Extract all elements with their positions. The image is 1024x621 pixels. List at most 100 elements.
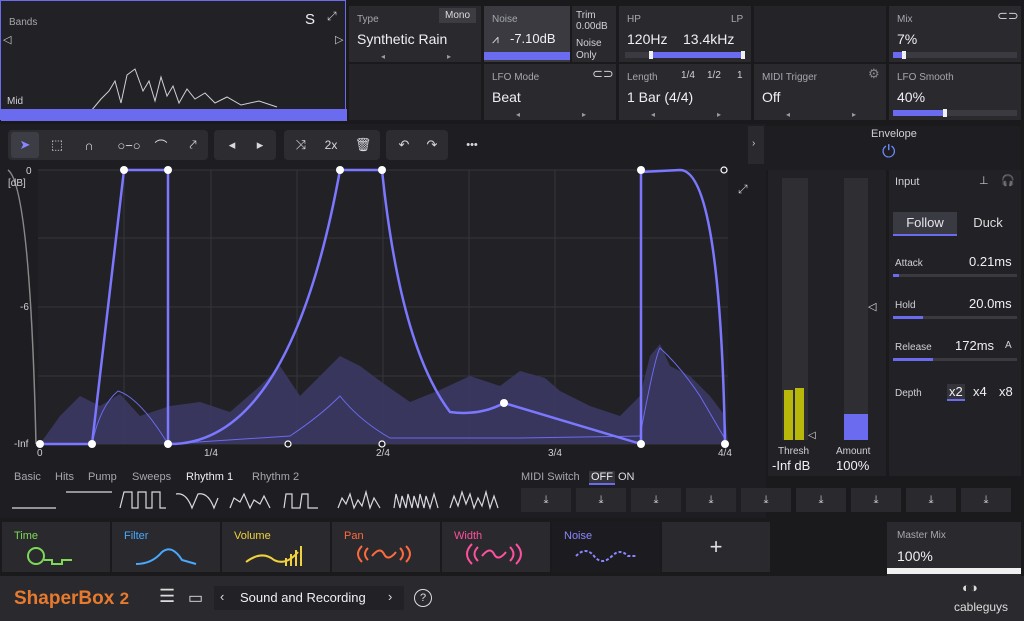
next-arrow[interactable]: ▸ <box>852 110 856 119</box>
download-icon[interactable]: ⤓ <box>796 488 846 512</box>
link-icon[interactable]: ⊂⊃ <box>592 66 614 82</box>
download-icon[interactable]: ⤓ <box>906 488 956 512</box>
lfo-smooth-slider[interactable] <box>893 109 1017 117</box>
magnet-icon[interactable]: ∩ <box>75 132 103 158</box>
add-module-button[interactable]: + <box>662 522 770 572</box>
tab-hits[interactable]: Hits <box>55 471 74 483</box>
prev-arrow[interactable]: ◂ <box>651 110 655 119</box>
mix-panel[interactable]: Mix ⊂⊃ 7% <box>889 6 1021 62</box>
lfo-smooth-panel[interactable]: LFO Smooth 40% <box>889 64 1021 120</box>
preset-name[interactable]: Sound and Recording <box>240 590 366 605</box>
download-icon[interactable]: ⤓ <box>686 488 736 512</box>
length-panel[interactable]: Length 1/4 1/2 1 1 Bar (4/4) ◂ ▸ <box>619 64 751 120</box>
module-volume[interactable]: Volume <box>222 522 330 572</box>
lfo-mode-value[interactable]: Beat <box>492 89 521 105</box>
release-auto-button[interactable]: A <box>1005 340 1012 351</box>
shift-left-icon[interactable]: ◂ <box>218 132 246 158</box>
envelope-header[interactable]: Envelope ⏻ <box>766 126 1020 170</box>
depth-x8[interactable]: x8 <box>999 384 1013 399</box>
prev-arrow[interactable]: ◂ <box>786 110 790 119</box>
amount-value[interactable]: 100% <box>836 458 869 473</box>
prev-arrow[interactable]: ◂ <box>516 110 520 119</box>
expand-graph-icon[interactable]: ⤢ <box>738 182 748 197</box>
ramp-tool-icon[interactable]: ⤤ <box>179 132 207 158</box>
help-icon[interactable]: ? <box>414 589 432 607</box>
lfo-mode-panel[interactable]: LFO Mode ⊂⊃ Beat ◂ ▸ <box>484 64 616 120</box>
module-filter[interactable]: Filter <box>112 522 220 572</box>
envelope-collapse[interactable]: › <box>748 126 764 164</box>
power-icon[interactable]: ⏻ <box>882 142 895 162</box>
mix-value[interactable]: 7% <box>897 31 917 47</box>
depth-x4[interactable]: x4 <box>973 384 987 399</box>
midi-switch-off[interactable]: OFF <box>589 471 615 485</box>
redo-icon[interactable]: ↷ <box>418 132 446 158</box>
master-mix-slider[interactable] <box>887 568 1021 574</box>
tab-basic[interactable]: Basic <box>14 471 41 483</box>
trim-value[interactable]: 0.00dB <box>576 21 608 32</box>
module-time[interactable]: Time <box>2 522 110 572</box>
module-noise[interactable]: Noise <box>552 522 660 572</box>
gear-icon[interactable]: ⚙ <box>868 66 880 82</box>
hold-value[interactable]: 20.0ms <box>969 296 1012 311</box>
undo-icon[interactable]: ↶ <box>390 132 418 158</box>
hp-value[interactable]: 120Hz <box>627 31 667 47</box>
lfo-graph[interactable] <box>0 166 766 462</box>
mono-button[interactable]: Mono <box>439 8 477 23</box>
master-mix-panel[interactable]: Master Mix 100% <box>887 522 1021 576</box>
download-icon[interactable]: ⤓ <box>576 488 626 512</box>
thresh-value[interactable]: -Inf dB <box>772 458 810 473</box>
shift-right-icon[interactable]: ▸ <box>246 132 274 158</box>
expand-icon[interactable]: ⤢ <box>327 9 337 24</box>
module-width[interactable]: Width <box>442 522 550 572</box>
lp-value[interactable]: 13.4kHz <box>683 31 734 47</box>
next-arrow[interactable]: ▸ <box>447 52 451 61</box>
sidechain-icon[interactable]: ⊥ <box>979 174 989 187</box>
prev-arrow[interactable]: ◂ <box>381 52 385 61</box>
midi-trigger-panel[interactable]: MIDI Trigger ⚙ Off ◂ ▸ <box>754 64 886 120</box>
next-preset-icon[interactable]: › <box>388 589 392 604</box>
download-icon[interactable]: ⤓ <box>631 488 681 512</box>
preset-thumbnails[interactable] <box>8 488 504 512</box>
module-pan[interactable]: Pan <box>332 522 440 572</box>
hold-slider[interactable] <box>893 316 1017 319</box>
trash-icon[interactable]: 🗑 <box>349 132 377 158</box>
tab-pump[interactable]: Pump <box>88 471 117 483</box>
length-value[interactable]: 1 Bar (4/4) <box>627 89 693 105</box>
select-tool-icon[interactable]: ⬚ <box>43 132 71 158</box>
double-button[interactable]: 2x <box>317 132 345 158</box>
amount-handle-icon[interactable]: ◁ <box>868 300 876 313</box>
line-tool-icon[interactable]: ○−○ <box>115 132 143 158</box>
hp-lp-panel[interactable]: HP LP 120Hz 13.4kHz <box>619 6 751 62</box>
attack-slider[interactable] <box>893 274 1017 277</box>
type-panel[interactable]: Type Mono Synthetic Rain ◂ ▸ <box>349 6 481 62</box>
amount-meter[interactable] <box>844 178 868 440</box>
download-icon[interactable]: ⤓ <box>961 488 1011 512</box>
tab-rhythm-1[interactable]: Rhythm 1 <box>186 471 233 483</box>
length-opt-3[interactable]: 1 <box>737 70 743 81</box>
type-value[interactable]: Synthetic Rain <box>357 31 447 47</box>
download-icon[interactable]: ⤓ <box>521 488 571 512</box>
midi-trigger-value[interactable]: Off <box>762 89 780 105</box>
noise-value[interactable]: -7.10dB <box>510 31 556 46</box>
next-arrow[interactable]: ▸ <box>582 110 586 119</box>
download-icon[interactable]: ⤓ <box>741 488 791 512</box>
menu-icon[interactable]: ☰ <box>159 586 175 607</box>
thresh-meter[interactable] <box>782 178 808 440</box>
more-button[interactable]: ••• <box>456 132 488 158</box>
master-mix-value[interactable]: 100% <box>897 548 933 564</box>
preset-selector[interactable]: ‹ Sound and Recording › <box>214 586 404 610</box>
noise-bar[interactable] <box>484 52 570 60</box>
depth-x2[interactable]: x2 <box>947 384 965 401</box>
duck-button[interactable]: Duck <box>959 212 1017 236</box>
bands-panel[interactable]: Bands S ⤢ ◁ ▷ Mid <box>0 0 347 121</box>
link-icon[interactable]: ⊂⊃ <box>997 8 1019 24</box>
solo-button[interactable]: S <box>305 11 315 28</box>
headphones-icon[interactable]: 🎧 <box>1001 174 1015 187</box>
tab-rhythm-2[interactable]: Rhythm 2 <box>252 471 299 483</box>
mix-slider[interactable] <box>893 51 1017 59</box>
length-opt-2[interactable]: 1/2 <box>707 70 721 81</box>
download-icon[interactable]: ⤓ <box>851 488 901 512</box>
hp-lp-range[interactable] <box>625 51 745 59</box>
folder-icon[interactable]: ▭ <box>188 588 203 608</box>
shuffle-icon[interactable]: ⤨ <box>287 132 315 158</box>
